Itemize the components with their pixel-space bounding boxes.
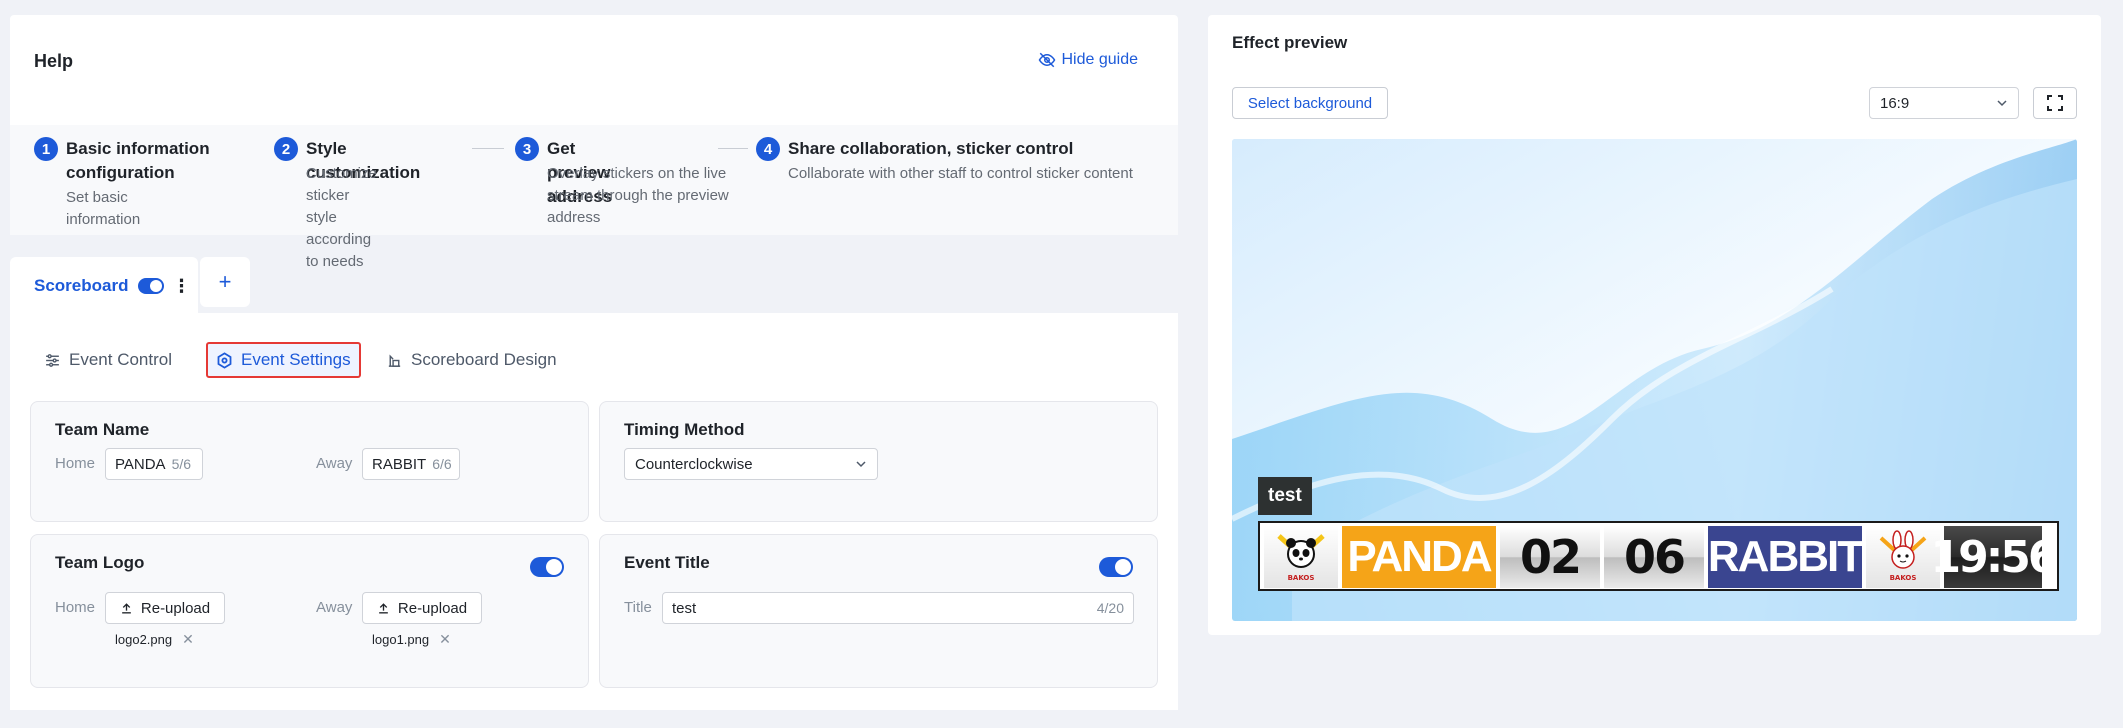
settings-subtabs: Event Control Event Settings Scoreboard … [10,337,1178,381]
event-title-card: Event Title Title test 4/20 [599,534,1158,688]
team-name-title: Team Name [55,420,150,439]
design-icon [388,354,401,367]
step-number: 1 [34,137,58,161]
step-desc: Collaborate with other staff to control … [788,165,1133,182]
tab-event-settings[interactable]: Event Settings [206,342,361,378]
sticker-event-title: test [1258,477,1312,515]
away-team-count: 6/6 [432,456,452,472]
team-logo-toggle[interactable] [530,557,564,577]
timing-method-title: Timing Method [624,420,745,439]
effect-preview-title: Effect preview [1232,33,1348,52]
sliders-icon [46,353,59,367]
remove-home-logo-icon[interactable]: ✕ [182,631,194,648]
help-panel: Help Hide guide 1 Basic information confi… [10,15,1178,270]
fullscreen-icon [2047,95,2063,111]
settings-panel: Event Control Event Settings Scoreboard … [10,313,1178,710]
tab-event-control-label: Event Control [69,350,172,369]
away-team-value: RABBIT [372,455,427,473]
tab-event-control[interactable]: Event Control [44,342,172,378]
event-title-toggle[interactable] [1099,557,1133,577]
timing-method-select[interactable]: Counterclockwise [624,448,878,480]
step-number: 3 [515,137,539,161]
title-label: Title [624,599,652,616]
event-title-title: Event Title [624,553,710,572]
upload-icon [379,602,388,614]
guide-steps: 1 Basic information configuration Set bas… [10,125,1178,270]
away-logo: BAKOS [1866,526,1940,588]
away-label: Away [316,599,353,616]
step-title: Basic information configuration [66,139,210,182]
remove-away-logo-icon[interactable]: ✕ [439,631,451,648]
svg-text:BAKOS: BAKOS [1890,574,1917,582]
select-background-button[interactable]: Select background [1232,87,1388,119]
tab-scoreboard-design-label: Scoreboard Design [411,350,557,369]
step-connector [472,148,504,149]
away-reupload-button[interactable]: Re-upload [362,592,482,624]
fullscreen-button[interactable] [2033,87,2077,119]
team-name-card: Team Name Home PANDA 5/6 Away RABBIT 6/6 [30,401,589,522]
hide-guide-button[interactable]: Hide guide [1038,51,1139,69]
eye-off-icon [1038,52,1055,68]
team-logo-title: Team Logo [55,553,145,572]
team-logo-card: Team Logo Home Re-upload logo2.png ✕ Awa… [30,534,589,688]
tab-scoreboard-label: Scoreboard [34,276,129,295]
sticker-tabbar: Scoreboard ⋮ + [10,245,1178,315]
tab-event-settings-label: Event Settings [241,350,351,369]
hide-guide-label: Hide guide [1061,51,1139,68]
tab-scoreboard[interactable]: Scoreboard ⋮ [10,257,198,315]
hexagon-settings-icon [217,351,232,369]
home-logo-file: logo2.png ✕ [115,631,194,648]
home-team-value: PANDA [115,455,166,473]
away-reupload-label: Re-upload [397,599,468,617]
panda-logo-icon: BAKOS [1277,534,1325,582]
timing-method-card: Timing Method Counterclockwise [599,401,1158,522]
home-logo: BAKOS [1264,526,1338,588]
home-reupload-button[interactable]: Re-upload [105,592,225,624]
away-team-name: RABBIT [1708,526,1864,588]
scoreboard-sticker: BAKOS PANDA 02 06 RABBIT BAKOS 19:56 [1258,521,2059,591]
step-desc: Overlay stickers on the live stream throu… [547,165,729,226]
step-title: Share collaboration, sticker control [788,139,1074,158]
game-timer: 19:56 [1930,526,2059,588]
step-desc: Set basic information [66,189,141,228]
more-icon[interactable]: ⋮ [172,276,190,297]
step-connector [718,148,748,149]
away-score: 06 [1604,526,1704,588]
event-title-count: 4/20 [1096,600,1124,616]
aspect-ratio-value: 16:9 [1880,94,1910,112]
home-team-input[interactable]: PANDA 5/6 [105,448,203,480]
rabbit-logo-icon: BAKOS [1879,530,1927,582]
away-label: Away [316,455,353,472]
step-number: 4 [756,137,780,161]
away-team-input[interactable]: RABBIT 6/6 [362,448,460,480]
timing-method-value: Counterclockwise [635,455,753,473]
effect-preview-panel: Effect preview Select background 16:9 te… [1208,15,2101,635]
event-title-value: test [672,599,697,617]
svg-text:BAKOS: BAKOS [1288,574,1315,582]
home-label: Home [55,455,96,472]
preview-canvas: test BAKOS PANDA 02 06 RABBIT BAKOS 19:5… [1232,139,2077,621]
step-number: 2 [274,137,298,161]
scoreboard-toggle[interactable] [138,278,165,294]
home-logo-filename: logo2.png [115,632,173,647]
add-tab-button[interactable]: + [200,257,250,307]
home-score: 02 [1500,526,1600,588]
aspect-ratio-select[interactable]: 16:9 [1869,87,2019,119]
chevron-down-icon [856,461,866,468]
away-logo-filename: logo1.png [372,632,430,647]
tab-scoreboard-design[interactable]: Scoreboard Design [386,342,557,378]
chevron-down-icon [1997,100,2007,107]
home-label: Home [55,599,96,616]
home-reupload-label: Re-upload [140,599,211,617]
away-logo-file: logo1.png ✕ [372,631,451,648]
help-title: Help [34,51,74,71]
upload-icon [122,602,131,614]
event-title-input[interactable]: test 4/20 [662,592,1134,624]
home-team-name: PANDA [1342,526,1496,588]
home-team-count: 5/6 [171,456,192,472]
